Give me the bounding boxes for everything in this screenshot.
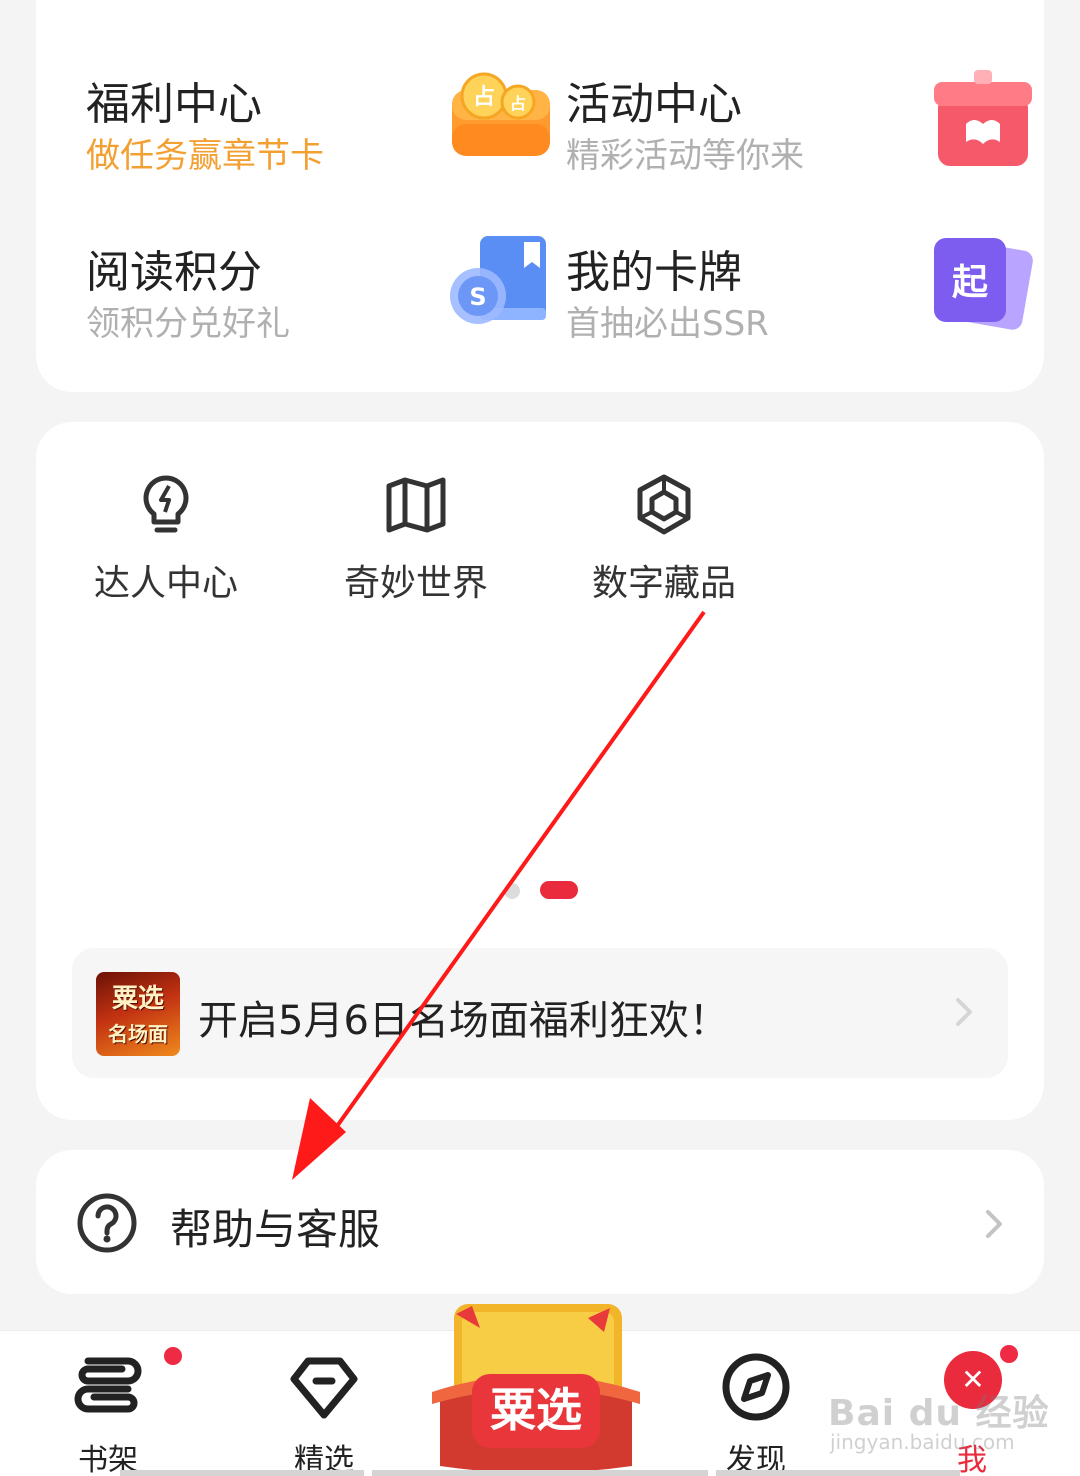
promo-banner-text: 开启5月6日名场面福利狂欢！	[198, 998, 729, 1044]
watermark-line-1: Bai du 经验	[828, 1393, 1050, 1434]
nav-scroll-segment-1	[120, 1470, 364, 1476]
promo-thumbnail-line-2: 名场面	[108, 1022, 168, 1046]
help-service-label: 帮助与客服	[170, 1205, 381, 1254]
chevron-right-icon	[956, 998, 972, 1026]
svg-text:占: 占	[510, 94, 526, 113]
nav-discover[interactable]: 发现	[676, 1331, 836, 1476]
chevron-right-icon	[986, 1210, 1002, 1238]
promo-thumbnail-line-1: 粟选	[111, 984, 164, 1014]
center-promo-icon[interactable]: 粟选	[432, 1300, 640, 1476]
activity-center-subtitle: 精彩活动等你来	[566, 136, 804, 176]
cube-icon	[637, 474, 691, 535]
expert-center-shortcut[interactable]: 达人中心	[66, 472, 266, 606]
question-circle-icon	[77, 1193, 137, 1253]
expert-center-label: 达人中心	[93, 563, 238, 604]
bookshelf-icon	[74, 1357, 142, 1413]
reading-points-title: 阅读积分	[86, 247, 262, 298]
watermark-line-2: jingyan.baidu.com	[830, 1430, 1015, 1454]
reading-points-subtitle: 领积分兑好礼	[86, 304, 290, 344]
welfare-center-entry[interactable]: 福利中心 做任务赢章节卡 占 占	[86, 68, 556, 198]
help-service-row[interactable]: 帮助与客服	[36, 1150, 1044, 1294]
nav-featured[interactable]: 精选	[244, 1331, 404, 1476]
promo-thumbnail: 粟选 名场面	[96, 972, 180, 1056]
diamond-icon	[290, 1357, 358, 1419]
reading-points-entry[interactable]: 阅读积分 领积分兑好礼 S	[86, 236, 556, 366]
coin-wallet-icon: 占 占	[452, 72, 550, 156]
activity-center-title: 活动中心	[566, 79, 742, 130]
nav-scroll-segment-3	[716, 1470, 960, 1476]
lightbulb-icon	[143, 475, 189, 533]
svg-text:S: S	[469, 283, 486, 311]
welfare-center-title: 福利中心	[86, 79, 262, 130]
activity-center-entry[interactable]: 活动中心 精彩活动等你来	[566, 68, 1036, 198]
welfare-card: 福利中心 做任务赢章节卡 占 占 活动中心 精彩活动等你来 阅读积分 领积分兑好…	[36, 0, 1044, 392]
me-badge	[998, 1343, 1020, 1365]
digital-collectibles-shortcut[interactable]: 数字藏品	[564, 472, 764, 606]
my-cards-entry[interactable]: 我的卡牌 首抽必出SSR 起	[566, 236, 1036, 366]
shortcuts-card: 达人中心 奇妙世界 数字藏品 粟选 名场面 开启5月6日名场面福利狂欢！	[36, 422, 1044, 1120]
page-indicator	[504, 880, 584, 900]
my-cards-title: 我的卡牌	[566, 247, 742, 298]
page-dot-1[interactable]	[504, 883, 520, 899]
points-book-icon: S	[450, 236, 546, 324]
svg-text:粟选: 粟选	[490, 1383, 582, 1437]
nav-bookshelf[interactable]: 书架	[28, 1331, 188, 1476]
watermark: Bai du 经验 jingyan.baidu.com	[828, 1384, 1049, 1464]
page-dot-2-active[interactable]	[540, 881, 578, 899]
digital-collectibles-label: 数字藏品	[591, 563, 736, 604]
nav-scroll-segment-2	[372, 1470, 708, 1476]
svg-text:起: 起	[952, 262, 989, 303]
gift-box-icon	[934, 70, 1032, 166]
my-cards-subtitle: 首抽必出SSR	[566, 304, 769, 344]
card-deck-icon: 起	[934, 238, 1033, 330]
compass-icon	[722, 1353, 790, 1421]
svg-text:占: 占	[473, 85, 495, 110]
map-icon	[386, 477, 446, 533]
welfare-center-subtitle: 做任务赢章节卡	[86, 136, 324, 176]
wonder-world-shortcut[interactable]: 奇妙世界	[316, 472, 516, 606]
wonder-world-label: 奇妙世界	[343, 563, 488, 604]
promo-banner[interactable]: 粟选 名场面 开启5月6日名场面福利狂欢！	[72, 948, 1008, 1078]
bookshelf-badge	[162, 1345, 184, 1367]
